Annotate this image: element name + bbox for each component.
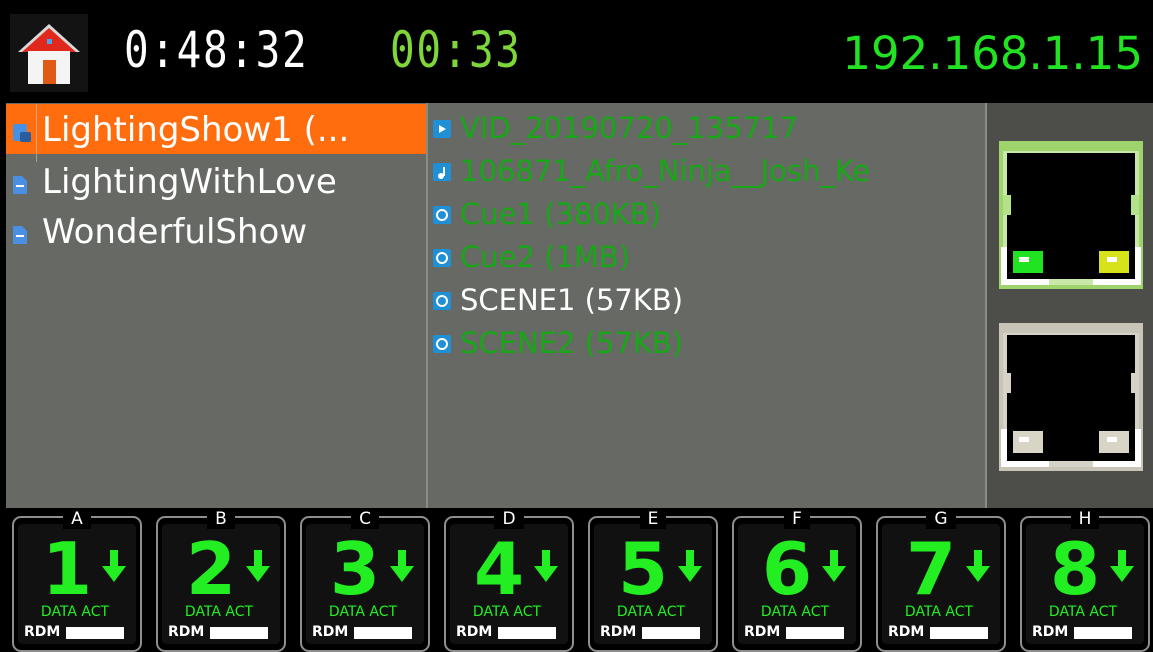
ethernet-port-2-icon xyxy=(999,323,1143,471)
data-act-status: DATA ACT xyxy=(760,604,830,620)
elapsed-time-display: 0:48:32 xyxy=(124,21,309,79)
file-item[interactable]: 106871_Afro_Ninja__Josh_Ke xyxy=(428,150,986,192)
show-item-lightingwithlove[interactable]: LightingWithLove xyxy=(6,156,427,206)
file-item-label: 106871_Afro_Ninja__Josh_Ke xyxy=(460,154,871,188)
rdm-indicator xyxy=(498,627,556,639)
universe-number: 4 xyxy=(474,527,525,611)
home-icon xyxy=(18,24,80,84)
selection-outline xyxy=(36,104,37,162)
rdm-indicator xyxy=(354,627,412,639)
universe-g-button[interactable]: G 7 DATA ACT RDM xyxy=(876,509,1006,652)
rdm-label: RDM xyxy=(24,624,61,640)
home-button[interactable] xyxy=(10,14,88,92)
arrow-down-icon xyxy=(678,550,702,582)
file-item-label: SCENE2 (57KB) xyxy=(460,326,684,360)
arrow-down-icon xyxy=(822,550,846,582)
show-folder-icon xyxy=(13,124,31,142)
top-bar: 0:48:32 00:33 192.168.1.15 xyxy=(0,0,1153,103)
cue-icon xyxy=(433,335,451,353)
cue-icon xyxy=(433,249,451,267)
ethernet-port-1-icon xyxy=(999,141,1143,289)
video-icon xyxy=(433,120,451,138)
rdm-indicator xyxy=(786,627,844,639)
arrow-down-icon xyxy=(246,550,270,582)
universe-number: 7 xyxy=(906,527,957,611)
rdm-label: RDM xyxy=(744,624,781,640)
show-list: LightingShow1 (... LightingWithLove Wond… xyxy=(6,103,427,508)
rdm-indicator xyxy=(930,627,988,639)
file-item[interactable]: Cue1 (380KB) xyxy=(428,193,986,235)
data-act-status: DATA ACT xyxy=(472,604,542,620)
universe-letter: F xyxy=(732,509,862,529)
universe-number: 8 xyxy=(1050,527,1101,611)
universe-letter: G xyxy=(876,509,1006,529)
rdm-label: RDM xyxy=(168,624,205,640)
rdm-indicator xyxy=(1074,627,1132,639)
universe-d-button[interactable]: D 4 DATA ACT RDM xyxy=(444,509,574,652)
data-act-status: DATA ACT xyxy=(616,604,686,620)
file-item[interactable]: SCENE2 (57KB) xyxy=(428,322,986,364)
universe-number: 6 xyxy=(762,527,813,611)
arrow-down-icon xyxy=(966,550,990,582)
universe-letter: H xyxy=(1020,509,1150,529)
universe-number: 2 xyxy=(186,527,237,611)
data-act-status: DATA ACT xyxy=(904,604,974,620)
universe-letter: C xyxy=(300,509,430,529)
rdm-label: RDM xyxy=(456,624,493,640)
rdm-indicator xyxy=(66,627,124,639)
universe-number: 3 xyxy=(330,527,381,611)
audio-icon xyxy=(433,163,451,181)
cue-icon xyxy=(433,206,451,224)
file-item[interactable]: SCENE1 (57KB) xyxy=(428,279,986,321)
file-item-label: VID_20190720_135717 xyxy=(460,111,799,145)
file-item-label: SCENE1 (57KB) xyxy=(460,283,684,317)
universe-number: 1 xyxy=(42,527,93,611)
show-item-wonderfulshow[interactable]: WonderfulShow xyxy=(6,206,427,256)
show-item-lightingshow1[interactable]: LightingShow1 (... xyxy=(6,104,427,162)
cue-icon xyxy=(433,292,451,310)
remaining-time-display: 00:33 xyxy=(390,21,522,79)
rdm-label: RDM xyxy=(600,624,637,640)
file-item[interactable]: Cue2 (1MB) xyxy=(428,236,986,278)
document-icon xyxy=(13,226,27,244)
rdm-label: RDM xyxy=(312,624,349,640)
universe-number: 5 xyxy=(618,527,669,611)
arrow-down-icon xyxy=(534,550,558,582)
arrow-down-icon xyxy=(102,550,126,582)
arrow-down-icon xyxy=(1110,550,1134,582)
data-act-status: DATA ACT xyxy=(40,604,110,620)
universe-b-button[interactable]: B 2 DATA ACT RDM xyxy=(156,509,286,652)
universe-letter: D xyxy=(444,509,574,529)
universe-letter: B xyxy=(156,509,286,529)
file-item-label: Cue1 (380KB) xyxy=(460,197,662,231)
universe-h-button[interactable]: H 8 DATA ACT RDM xyxy=(1020,509,1150,652)
file-list: VID_20190720_135717 106871_Afro_Ninja__J… xyxy=(428,103,986,508)
document-icon xyxy=(13,176,27,194)
data-act-status: DATA ACT xyxy=(184,604,254,620)
universe-e-button[interactable]: E 5 DATA ACT RDM xyxy=(588,509,718,652)
universe-c-button[interactable]: C 3 DATA ACT RDM xyxy=(300,509,430,652)
rdm-label: RDM xyxy=(888,624,925,640)
show-item-label: LightingWithLove xyxy=(42,162,337,202)
universe-f-button[interactable]: F 6 DATA ACT RDM xyxy=(732,509,862,652)
arrow-down-icon xyxy=(390,550,414,582)
file-item-label: Cue2 (1MB) xyxy=(460,240,631,274)
rdm-label: RDM xyxy=(1032,624,1069,640)
data-act-status: DATA ACT xyxy=(1048,604,1118,620)
universe-letter: E xyxy=(588,509,718,529)
rdm-indicator xyxy=(642,627,700,639)
ip-address: 192.168.1.15 xyxy=(842,27,1143,80)
network-status-panel xyxy=(987,103,1153,508)
data-act-status: DATA ACT xyxy=(328,604,398,620)
show-item-label: LightingShow1 (... xyxy=(42,110,350,150)
universe-letter: A xyxy=(12,509,142,529)
rdm-indicator xyxy=(210,627,268,639)
file-item[interactable]: VID_20190720_135717 xyxy=(428,107,986,149)
universe-a-button[interactable]: A 1 DATA ACT RDM xyxy=(12,509,142,652)
show-item-label: WonderfulShow xyxy=(42,212,308,252)
